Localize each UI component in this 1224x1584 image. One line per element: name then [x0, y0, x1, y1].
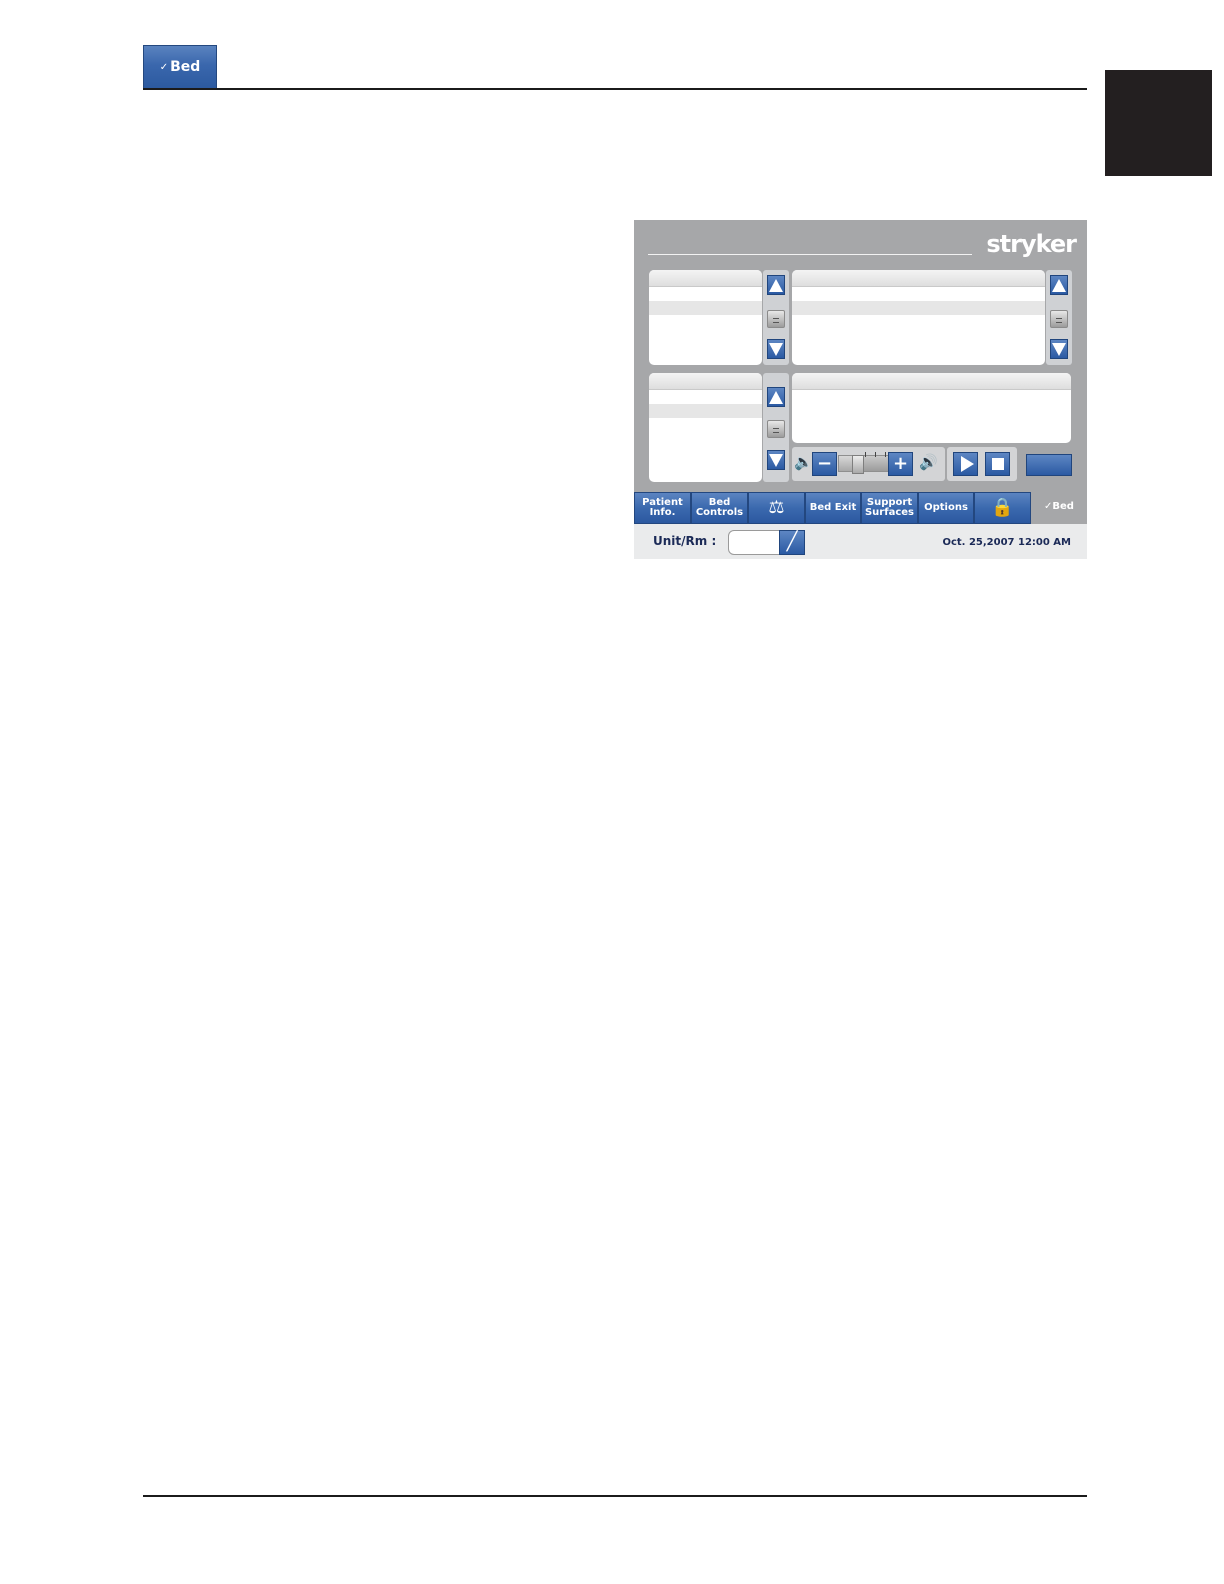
message-pane	[792, 373, 1071, 443]
down-arrow-icon	[769, 342, 783, 356]
slider-tick	[865, 452, 866, 457]
slider-tick	[875, 452, 876, 457]
list-row[interactable]	[792, 287, 1045, 301]
lock-icon: 🔒	[991, 497, 1014, 518]
pencil-icon: ╱	[786, 531, 798, 552]
message-header	[792, 373, 1071, 390]
logo-label: Bed	[170, 59, 201, 75]
down-arrow-icon	[1052, 342, 1066, 356]
scroll-up-button[interactable]	[767, 275, 785, 295]
play-icon	[960, 456, 974, 472]
tab-label: Bed Exit	[809, 502, 857, 513]
list-header	[649, 270, 762, 287]
volume-up-button[interactable]: +	[888, 452, 913, 476]
volume-down-button[interactable]: −	[812, 452, 837, 476]
list-pane-top-right[interactable]	[792, 270, 1045, 365]
main-tab-bar: Patient Info. Bed Controls ⚖ Bed Exit Supp…	[634, 492, 1087, 524]
title-underline	[648, 254, 972, 255]
scroll-up-button[interactable]	[767, 387, 785, 407]
tab-options[interactable]: Options	[918, 492, 974, 524]
list-row[interactable]	[792, 301, 1045, 315]
list-row[interactable]	[649, 390, 762, 404]
up-arrow-icon	[769, 278, 783, 292]
edit-unit-button[interactable]: ╱	[779, 530, 805, 555]
speaker-high-icon: 🔊	[919, 453, 938, 471]
tab-label: Options	[924, 502, 968, 513]
tab-label: Surfaces	[864, 507, 914, 518]
list-row[interactable]	[649, 301, 762, 315]
speaker-low-icon: 🔈	[794, 453, 813, 471]
volume-knob[interactable]	[852, 455, 864, 474]
scale-icon: ⚖	[768, 497, 785, 518]
scroll-up-button[interactable]	[1050, 275, 1068, 295]
header-rule	[143, 88, 1087, 90]
list-header	[649, 373, 762, 390]
list-row[interactable]	[649, 287, 762, 301]
list-row[interactable]	[649, 404, 762, 418]
brand-text: Bed	[1052, 501, 1074, 512]
scroll-thumb[interactable]	[1050, 310, 1068, 328]
bed-brand-label: ✓Bed	[1044, 501, 1074, 512]
tab-label: Info.	[649, 507, 676, 518]
footer-rule	[143, 1495, 1087, 1497]
scrollbar-top-left[interactable]	[763, 270, 789, 365]
scrollbar-bottom-left[interactable]	[763, 373, 789, 482]
tab-scale[interactable]: ⚖	[748, 492, 805, 524]
scroll-down-button[interactable]	[767, 450, 785, 470]
up-arrow-icon	[1052, 278, 1066, 292]
up-arrow-icon	[769, 390, 783, 404]
playback-controls	[947, 447, 1017, 481]
down-arrow-icon	[769, 453, 783, 467]
list-pane-bottom-left[interactable]	[649, 373, 762, 482]
date-time: Oct. 25,2007 12:00 AM	[942, 537, 1071, 548]
volume-control: 🔈 − + 🔊	[792, 447, 945, 481]
scrollbar-top-right[interactable]	[1046, 270, 1072, 365]
play-button[interactable]	[953, 452, 978, 476]
scroll-down-button[interactable]	[767, 339, 785, 359]
stop-icon	[991, 458, 1004, 470]
tab-bed-controls[interactable]: Bed Controls	[691, 492, 748, 524]
tab-label: Controls	[695, 507, 744, 518]
unit-room-label: Unit/Rm :	[653, 534, 717, 548]
scroll-thumb[interactable]	[767, 310, 785, 328]
slider-tick	[885, 452, 886, 457]
tab-lock[interactable]: 🔒	[974, 492, 1031, 524]
section-tab-marker	[1105, 70, 1212, 176]
volume-fill	[839, 456, 852, 471]
unit-room-field[interactable]	[728, 530, 780, 555]
stop-button[interactable]	[985, 452, 1010, 476]
volume-slider[interactable]	[838, 452, 890, 474]
status-footer: Unit/Rm : ╱ Oct. 25,2007 12:00 AM	[634, 524, 1087, 559]
unlabeled-button[interactable]	[1026, 454, 1072, 476]
stryker-logo: stryker	[986, 230, 1077, 258]
list-header	[792, 270, 1045, 287]
scroll-down-button[interactable]	[1050, 339, 1068, 359]
bed-logo-badge: ✓ Bed	[143, 45, 217, 89]
scroll-thumb[interactable]	[767, 420, 785, 438]
tab-bed-exit[interactable]: Bed Exit	[805, 492, 861, 524]
check-logo-icon: ✓	[159, 61, 169, 73]
tab-patient-info[interactable]: Patient Info.	[634, 492, 691, 524]
list-pane-top-left[interactable]	[649, 270, 762, 365]
bed-interface-screen: stryker 🔈 − + 🔊 Patient Info. Bed Contro…	[634, 220, 1087, 559]
tab-support-surfaces[interactable]: Support Surfaces	[861, 492, 918, 524]
